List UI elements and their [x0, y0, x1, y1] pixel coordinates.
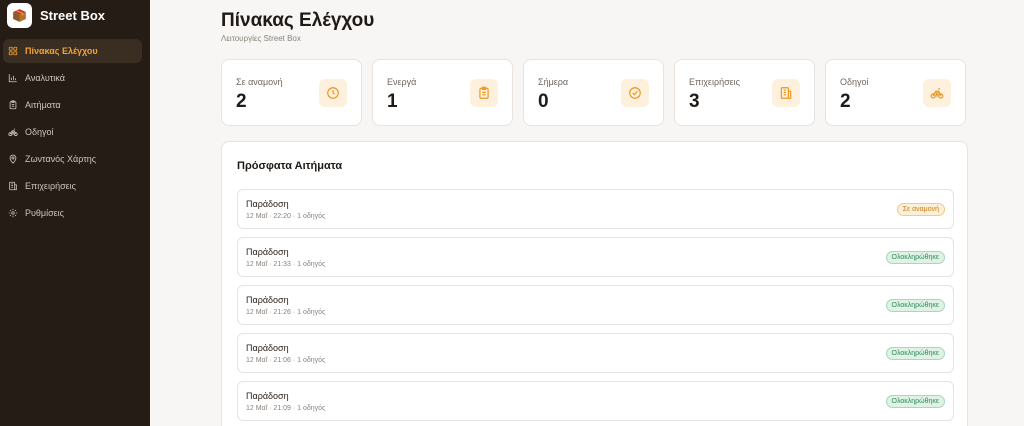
order-meta: 12 Μαΐ · 21:33 · 1 οδηγός — [246, 261, 326, 268]
order-meta: 12 Μαΐ · 22:20 · 1 οδηγός — [246, 213, 326, 220]
status-badge: Ολοκληρώθηκε — [885, 347, 945, 360]
list-item[interactable]: Παράδοση 12 Μαΐ · 21:06 · 1 οδηγός Ολοκλ… — [237, 333, 954, 373]
clipboard-icon — [470, 79, 498, 107]
list-item[interactable]: Παράδοση 12 Μαΐ · 21:09 · 1 οδηγός Ολοκλ… — [237, 381, 954, 421]
brand[interactable]: Street Box — [7, 3, 105, 28]
stat-value: 3 — [689, 91, 700, 112]
order-title: Παράδοση — [246, 199, 289, 209]
stat-label: Ενεργά — [387, 77, 417, 87]
stats-row: Σε αναμονή 2 Ενεργά 1 Σήμερα 0 Επιχειρήσ… — [221, 59, 966, 126]
sidebar-item-settings[interactable]: Ρυθμίσεις — [3, 201, 142, 225]
recent-requests-panel: Πρόσφατα Αιτήματα Παράδοση 12 Μαΐ · 22:2… — [221, 141, 968, 426]
sidebar-item-label: Πίνακας Ελέγχου — [25, 46, 98, 56]
order-title: Παράδοση — [246, 295, 289, 305]
order-meta: 12 Μαΐ · 21:09 · 1 οδηγός — [246, 405, 326, 412]
bike-icon — [8, 128, 18, 136]
stat-value: 2 — [236, 91, 247, 112]
stat-label: Σε αναμονή — [236, 77, 283, 87]
sidebar-item-live-map[interactable]: Ζωντανός Χάρτης — [3, 147, 142, 171]
box-logo-icon — [7, 3, 32, 28]
order-title: Παράδοση — [246, 247, 289, 257]
sidebar-item-businesses[interactable]: Επιχειρήσεις — [3, 174, 142, 198]
list-item[interactable]: Παράδοση 12 Μαΐ · 21:33 · 1 οδηγός Ολοκλ… — [237, 237, 954, 277]
sidebar-item-label: Αιτήματα — [25, 100, 61, 110]
main-content: Πίνακας Ελέγχου Λειτουργίες Street Box Σ… — [150, 0, 1024, 426]
panel-title: Πρόσφατα Αιτήματα — [237, 160, 343, 172]
check-circle-icon — [621, 79, 649, 107]
stat-label: Επιχειρήσεις — [689, 77, 740, 87]
order-title: Παράδοση — [246, 343, 289, 353]
page-subtitle: Λειτουργίες Street Box — [221, 34, 301, 43]
status-badge: Ολοκληρώθηκε — [885, 395, 945, 408]
list-item[interactable]: Παράδοση 12 Μαΐ · 21:26 · 1 οδηγός Ολοκλ… — [237, 285, 954, 325]
stat-label: Οδηγοί — [840, 77, 869, 87]
gear-icon — [8, 208, 18, 218]
building-icon — [9, 181, 17, 191]
status-badge: Ολοκληρώθηκε — [885, 299, 945, 312]
stat-value: 1 — [387, 91, 398, 112]
sidebar: Street Box Πίνακας Ελέγχου Αναλυτικά Αιτ… — [0, 0, 150, 426]
sidebar-item-drivers[interactable]: Οδηγοί — [3, 120, 142, 144]
sidebar-item-label: Ρυθμίσεις — [25, 208, 65, 218]
stat-value: 2 — [840, 91, 851, 112]
sidebar-item-label: Οδηγοί — [25, 127, 54, 137]
sidebar-item-dashboard[interactable]: Πίνακας Ελέγχου — [3, 39, 142, 63]
sidebar-nav: Πίνακας Ελέγχου Αναλυτικά Αιτήματα Οδηγο… — [0, 39, 150, 228]
sidebar-item-requests[interactable]: Αιτήματα — [3, 93, 142, 117]
brand-name: Street Box — [40, 8, 106, 23]
sidebar-item-label: Επιχειρήσεις — [25, 181, 76, 191]
sidebar-item-label: Ζωντανός Χάρτης — [25, 154, 97, 164]
status-badge: Σε αναμονή — [896, 203, 945, 216]
sidebar-item-analytics[interactable]: Αναλυτικά — [3, 66, 142, 90]
list-item[interactable]: Παράδοση 12 Μαΐ · 22:20 · 1 οδηγός Σε αν… — [237, 189, 954, 229]
recent-requests-list: Παράδοση 12 Μαΐ · 22:20 · 1 οδηγός Σε αν… — [237, 189, 954, 426]
dashboard-grid-icon — [8, 46, 18, 56]
bike-icon — [923, 79, 951, 107]
stat-label: Σήμερα — [538, 77, 569, 87]
map-pin-icon — [9, 154, 17, 164]
stat-card-businesses[interactable]: Επιχειρήσεις 3 — [674, 59, 815, 126]
stat-card-pending[interactable]: Σε αναμονή 2 — [221, 59, 362, 126]
order-meta: 12 Μαΐ · 21:06 · 1 οδηγός — [246, 357, 326, 364]
order-meta: 12 Μαΐ · 21:26 · 1 οδηγός — [246, 309, 326, 316]
bar-chart-icon — [8, 74, 17, 83]
stat-card-drivers[interactable]: Οδηγοί 2 — [825, 59, 966, 126]
sidebar-item-label: Αναλυτικά — [25, 73, 65, 83]
order-title: Παράδοση — [246, 391, 289, 401]
stat-card-today[interactable]: Σήμερα 0 — [523, 59, 664, 126]
building-icon — [772, 79, 800, 107]
status-badge: Ολοκληρώθηκε — [885, 251, 945, 264]
stat-card-active[interactable]: Ενεργά 1 — [372, 59, 513, 126]
clipboard-icon — [9, 100, 17, 110]
page-title: Πίνακας Ελέγχου — [221, 10, 375, 31]
clock-icon — [319, 79, 347, 107]
stat-value: 0 — [538, 91, 549, 112]
